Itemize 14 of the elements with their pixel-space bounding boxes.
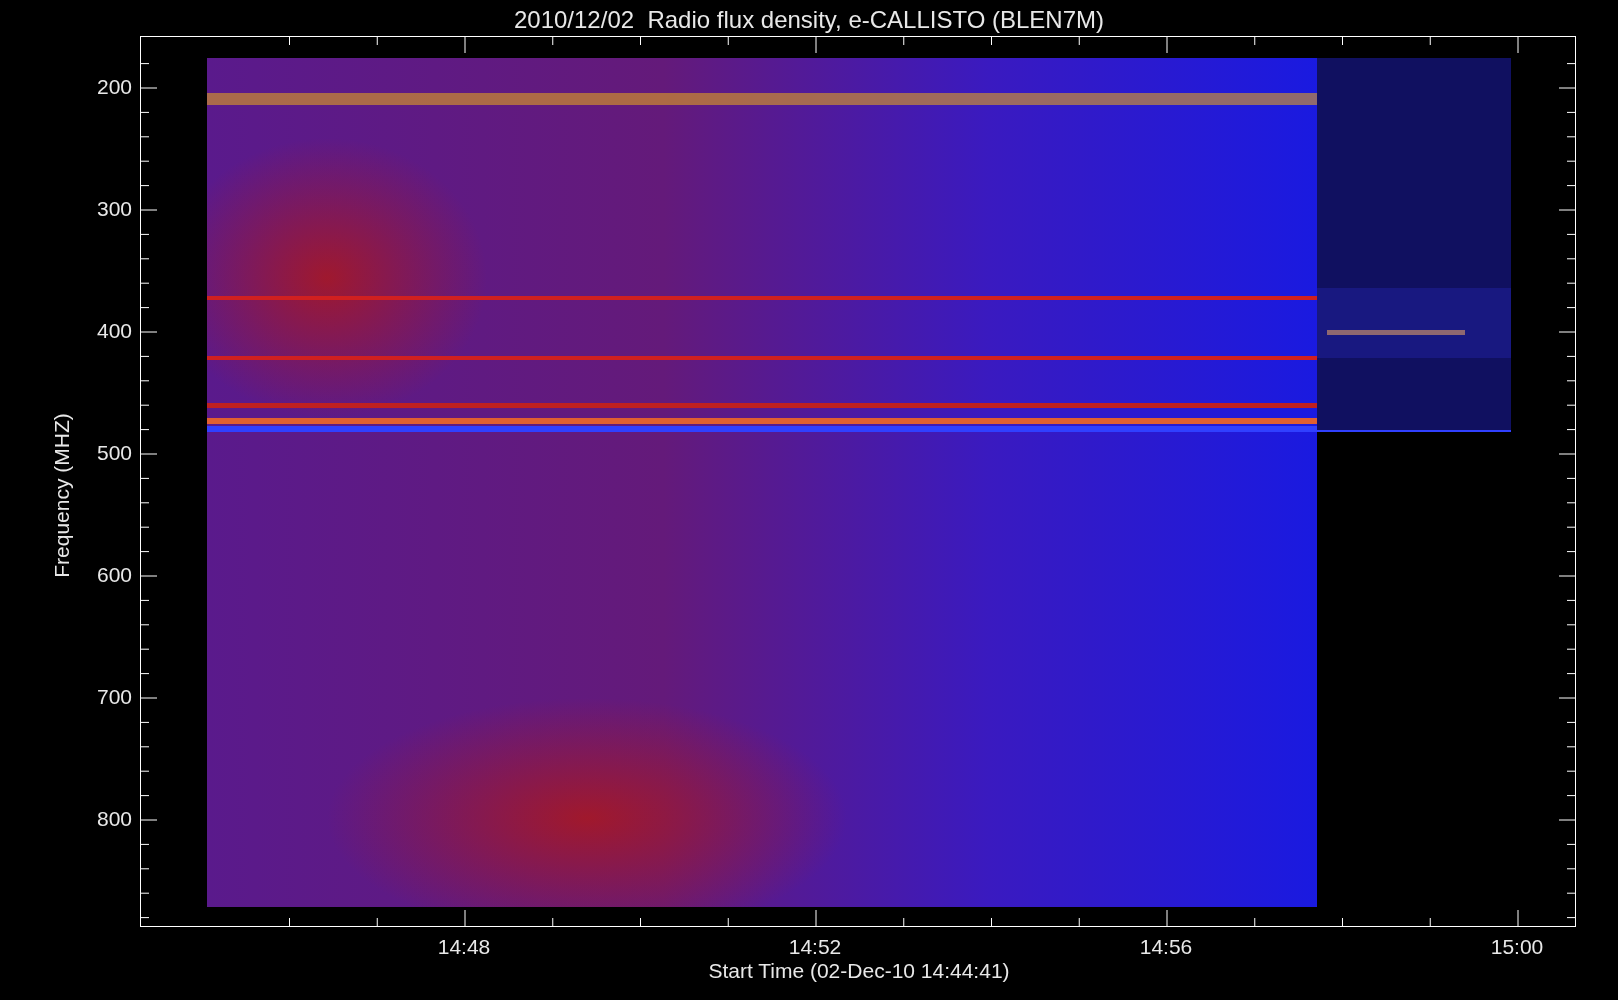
x-tick-label: 14:48 xyxy=(436,936,492,957)
x-axis-label: Start Time (02-Dec-10 14:44:41) xyxy=(707,960,1011,981)
x-tick-label: 15:00 xyxy=(1489,936,1545,957)
y-tick-label: 600 xyxy=(95,564,132,585)
x-tick-label: 14:52 xyxy=(787,936,843,957)
y-tick-label: 500 xyxy=(95,442,132,463)
chart-title: 2010/12/02 Radio flux density, e-CALLISTO (BLEN7M) xyxy=(513,5,1105,35)
y-tick-label: 400 xyxy=(95,320,132,341)
x-tick-label: 14:56 xyxy=(1138,936,1194,957)
y-tick-label: 200 xyxy=(95,76,132,97)
y-tick-label: 300 xyxy=(95,198,132,219)
y-tick-label: 800 xyxy=(95,808,132,829)
y-tick-label: 700 xyxy=(95,686,132,707)
y-axis-label: Frequency (MHZ) xyxy=(50,412,72,580)
